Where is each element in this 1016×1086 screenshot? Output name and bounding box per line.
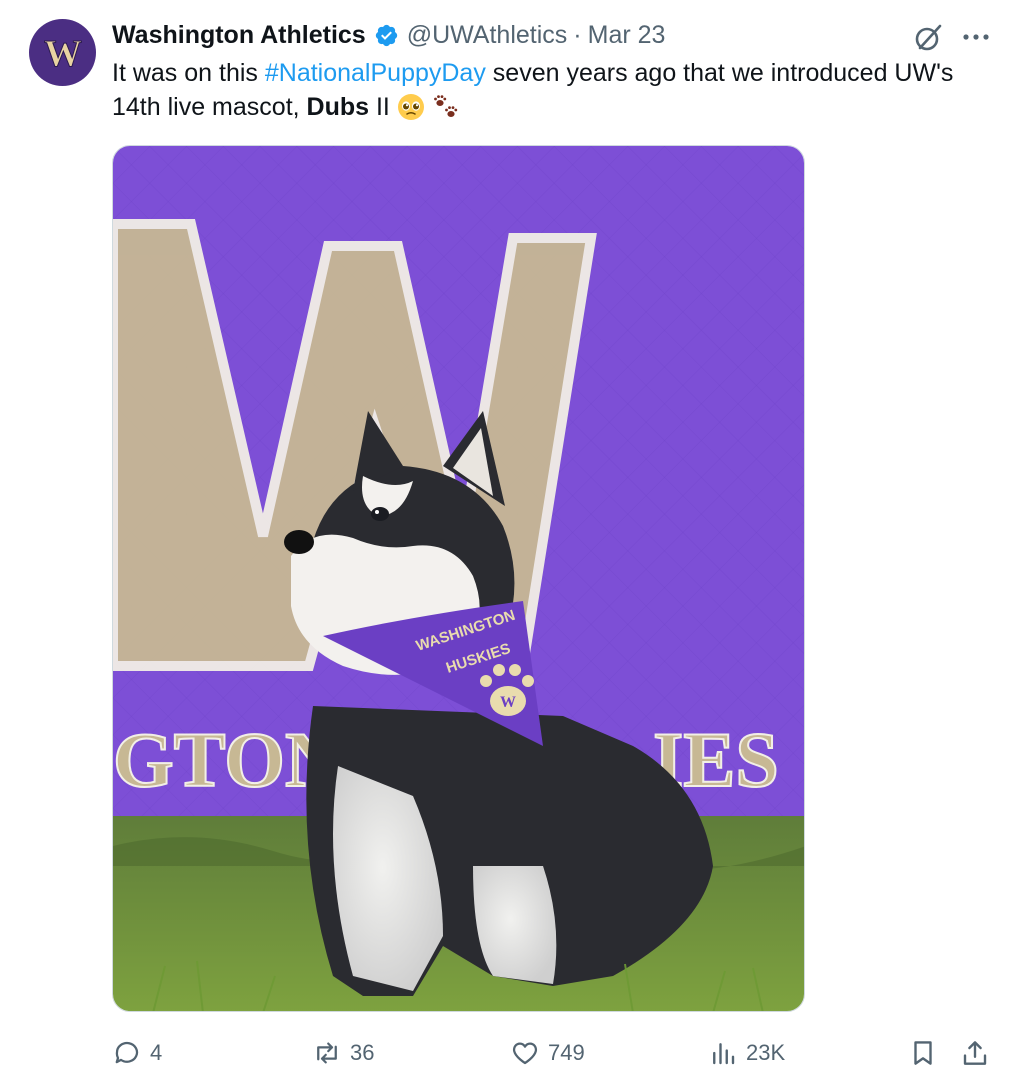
hashtag-link[interactable]: #NationalPuppyDay (265, 59, 486, 87)
tweet-date[interactable]: Mar 23 (588, 21, 666, 50)
tweet-text: It was on this #NationalPuppyDay seven y… (112, 56, 992, 124)
like-button[interactable]: 749 (510, 1031, 585, 1075)
uw-logo-icon: W (43, 33, 82, 73)
heart-icon (512, 1042, 538, 1065)
like-count: 749 (548, 1040, 585, 1065)
account-name[interactable]: Washington Athletics (112, 21, 366, 50)
views-button[interactable]: 23K (708, 1031, 785, 1075)
views-icon (713, 1043, 735, 1065)
account-handle[interactable]: @UWAthletics (407, 21, 568, 50)
tweet-actions: 4 36 749 23K (0, 1031, 1016, 1075)
separator-dot: · (573, 20, 582, 49)
verified-badge-icon (374, 23, 399, 48)
tweet-photo[interactable]: GTON IES WASHINGTON HUSKIES W (112, 145, 805, 1012)
svg-text:W: W (44, 33, 82, 73)
avatar[interactable]: W (29, 19, 96, 86)
grok-icon[interactable] (912, 20, 946, 54)
pleading-face-emoji-icon (397, 93, 425, 121)
tweet-text-part: It was on this (112, 59, 265, 87)
repost-button[interactable]: 36 (312, 1031, 374, 1075)
reply-count: 4 (150, 1040, 163, 1065)
husky-puppy-photo: GTON IES WASHINGTON HUSKIES W (113, 146, 804, 1011)
more-dots-icon[interactable] (958, 20, 994, 54)
views-count: 23K (746, 1040, 786, 1065)
tweet: W Washington Athletics @UWAthletics · Ma… (0, 0, 1016, 1086)
repost-count: 36 (350, 1040, 375, 1065)
bookmark-icon (914, 1041, 932, 1065)
repost-icon (317, 1042, 337, 1064)
tweet-bold-name: Dubs (306, 93, 370, 121)
svg-text:W: W (500, 694, 516, 711)
tweet-header: Washington Athletics @UWAthletics · Mar … (112, 18, 916, 52)
tweet-text-part: II (369, 93, 397, 121)
paw-prints-emoji-icon (432, 93, 460, 121)
reply-button[interactable]: 4 (112, 1031, 162, 1075)
bookmark-button[interactable] (908, 1031, 938, 1075)
share-button[interactable] (960, 1031, 990, 1075)
reply-icon (115, 1041, 139, 1064)
share-icon (963, 1041, 987, 1065)
